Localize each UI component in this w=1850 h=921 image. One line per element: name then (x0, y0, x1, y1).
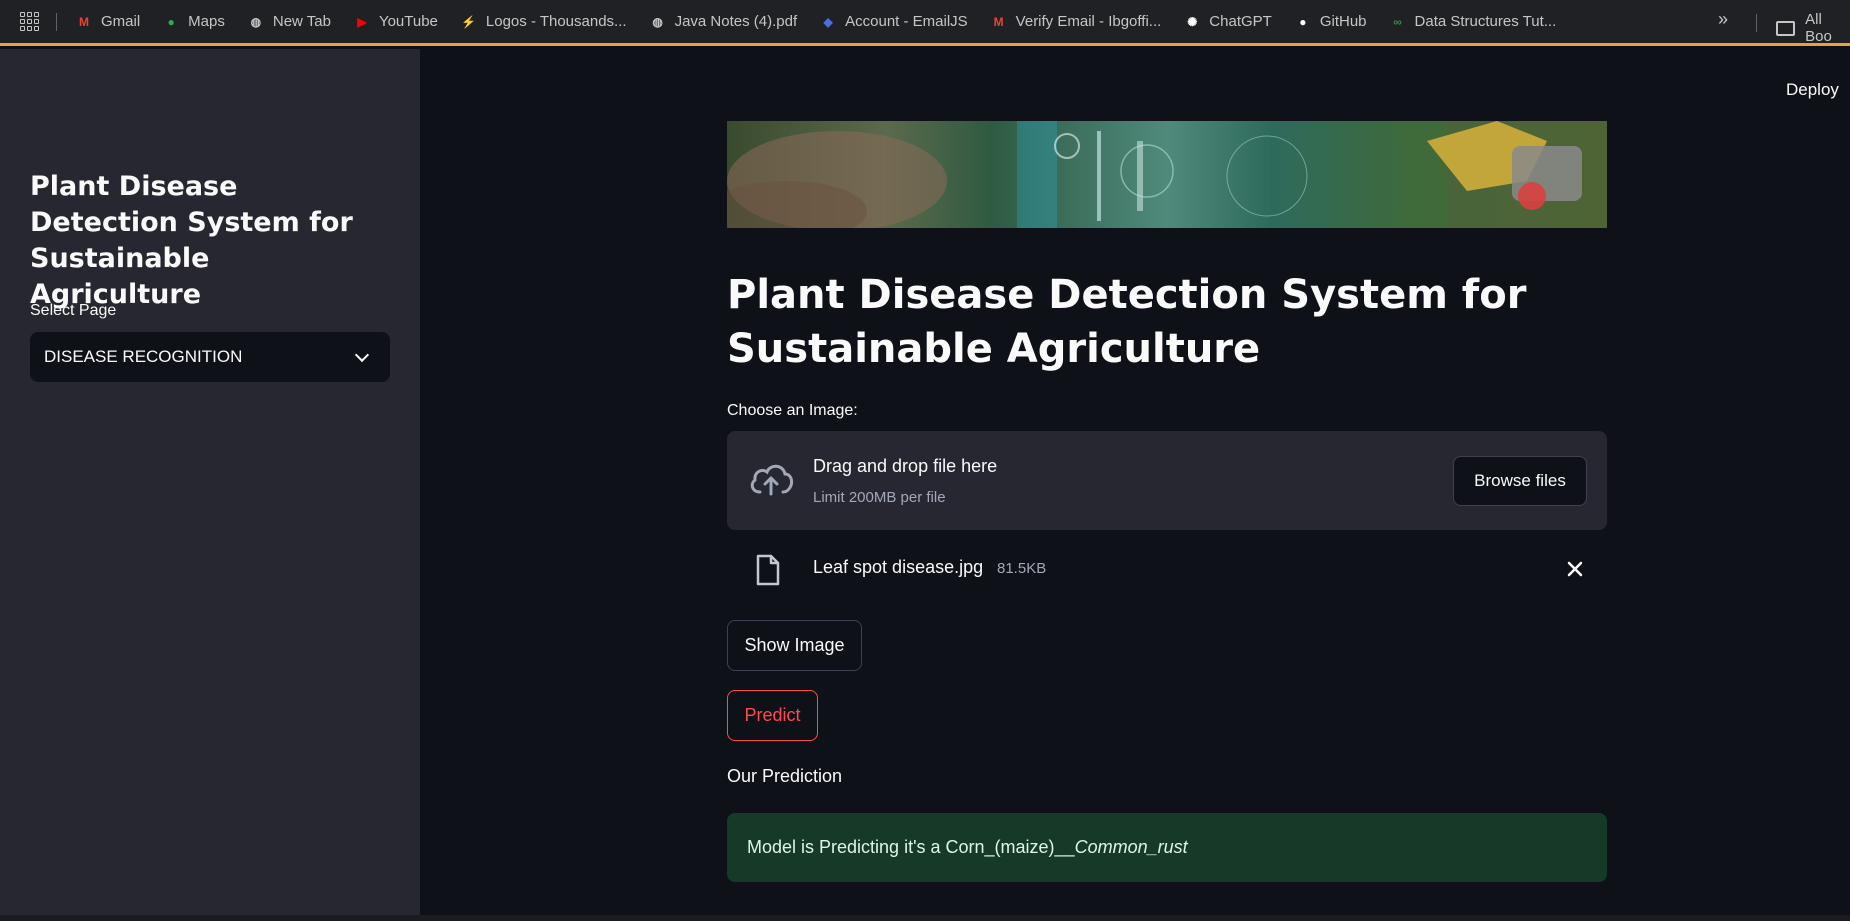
select-page-label: Select Page (30, 302, 117, 319)
bookmark-label: GitHub (1319, 13, 1367, 30)
sidebar-title: Plant Disease Detection System for Susta… (30, 171, 353, 310)
dropzone-limit: Limit 200MB per file (813, 489, 946, 506)
divider (56, 12, 57, 31)
bookmark-label: Java Notes (4).pdf (674, 13, 798, 30)
header-banner-image (727, 121, 1607, 228)
bookmark-label: Verify Email - Ibgoffi... (1015, 13, 1162, 30)
bookmark-item[interactable]: ● GitHub (1294, 13, 1367, 31)
cloud-upload-icon (750, 464, 794, 496)
youtube-icon: ▶ (357, 14, 367, 29)
bookmark-label: YouTube (378, 13, 438, 30)
divider (1756, 14, 1757, 32)
github-icon: ● (1299, 14, 1307, 29)
gmail-icon: M (79, 14, 89, 29)
bookmark-item[interactable]: M Gmail (75, 13, 140, 31)
uploaded-file-name: Leaf spot disease.jpg (813, 557, 984, 577)
file-dropzone[interactable]: Drag and drop file here Limit 200MB per … (727, 431, 1607, 530)
bookmark-item[interactable]: ◍ New Tab (247, 13, 331, 31)
uploader-label: Choose an Image: (727, 402, 858, 419)
page-select-value: DISEASE RECOGNITION (44, 347, 243, 366)
bookmark-label: Maps (188, 13, 225, 30)
bookmark-label: Logos - Thousands... (485, 13, 627, 30)
bottom-strip (0, 915, 1850, 921)
bookmark-item[interactable]: ▶ YouTube (353, 13, 438, 31)
chatgpt-icon: ✺ (1187, 14, 1198, 29)
more-bookmarks-icon[interactable]: » (1718, 9, 1728, 30)
bookmark-item[interactable]: M Verify Email - Ibgoffi... (990, 13, 1162, 31)
bookmark-item[interactable]: ⚡ Logos - Thousands... (460, 13, 627, 31)
gmail-icon: M (993, 14, 1004, 29)
uploaded-file-row: Leaf spot disease.jpg 81.5KB (727, 545, 1607, 595)
browse-files-button[interactable]: Browse files (1453, 456, 1587, 506)
apps-grid-icon[interactable] (20, 11, 40, 32)
show-image-button[interactable]: Show Image (727, 620, 862, 671)
sidebar: Plant Disease Detection System for Susta… (0, 49, 420, 915)
bookmark-item[interactable]: ∞ Data Structures Tut... (1389, 13, 1557, 31)
prediction-heading: Our Prediction (727, 766, 843, 786)
bookmark-item[interactable]: ◍ Java Notes (4).pdf (649, 13, 798, 31)
globe-icon: ◍ (652, 14, 663, 29)
globe-icon: ◍ (250, 14, 262, 29)
maps-icon: ● (167, 14, 175, 29)
all-bookmarks-label: All Boo (1805, 11, 1832, 45)
bookmark-item[interactable]: ✺ ChatGPT (1183, 13, 1272, 31)
bookmark-item[interactable]: ◆ Account - EmailJS (819, 13, 968, 31)
folder-icon (1776, 20, 1796, 36)
bookmark-label: Data Structures Tut... (1414, 13, 1557, 30)
bookmark-label: Account - EmailJS (845, 13, 968, 30)
page-select[interactable]: DISEASE RECOGNITION (30, 332, 390, 382)
prediction-class: Common_rust (1074, 837, 1188, 857)
dropzone-instruction: Drag and drop file here (813, 456, 998, 476)
emailjs-icon: ◆ (823, 14, 833, 29)
file-icon (756, 554, 780, 586)
logos-icon: ⚡ (461, 14, 477, 29)
close-icon[interactable] (1564, 558, 1586, 580)
chevron-down-icon (352, 347, 372, 367)
gfg-icon: ∞ (1393, 14, 1402, 29)
deploy-button[interactable]: Deploy (1786, 80, 1839, 100)
prediction-text: Model is Predicting it's a Corn_(maize)_… (747, 837, 1075, 857)
bookmark-list: M Gmail ● Maps ◍ New Tab ▶ YouTube ⚡ Logos - Thou… (75, 13, 1578, 31)
bookmark-label: ChatGPT (1209, 13, 1272, 30)
bookmark-item[interactable]: ● Maps (162, 13, 225, 31)
page-title: Plant Disease Detection System for Susta… (727, 272, 1527, 372)
uploaded-file-size: 81.5KB (997, 560, 1047, 577)
all-bookmarks-button[interactable]: All Boo (1776, 11, 1850, 45)
bookmark-label: Gmail (101, 13, 141, 30)
bookmarks-bar: M Gmail ● Maps ◍ New Tab ▶ YouTube ⚡ Logos - Thou… (0, 0, 1850, 46)
prediction-result-alert: Model is Predicting it's a Corn_(maize)_… (727, 813, 1607, 882)
predict-button[interactable]: Predict (727, 690, 818, 741)
bookmark-label: New Tab (272, 13, 331, 30)
